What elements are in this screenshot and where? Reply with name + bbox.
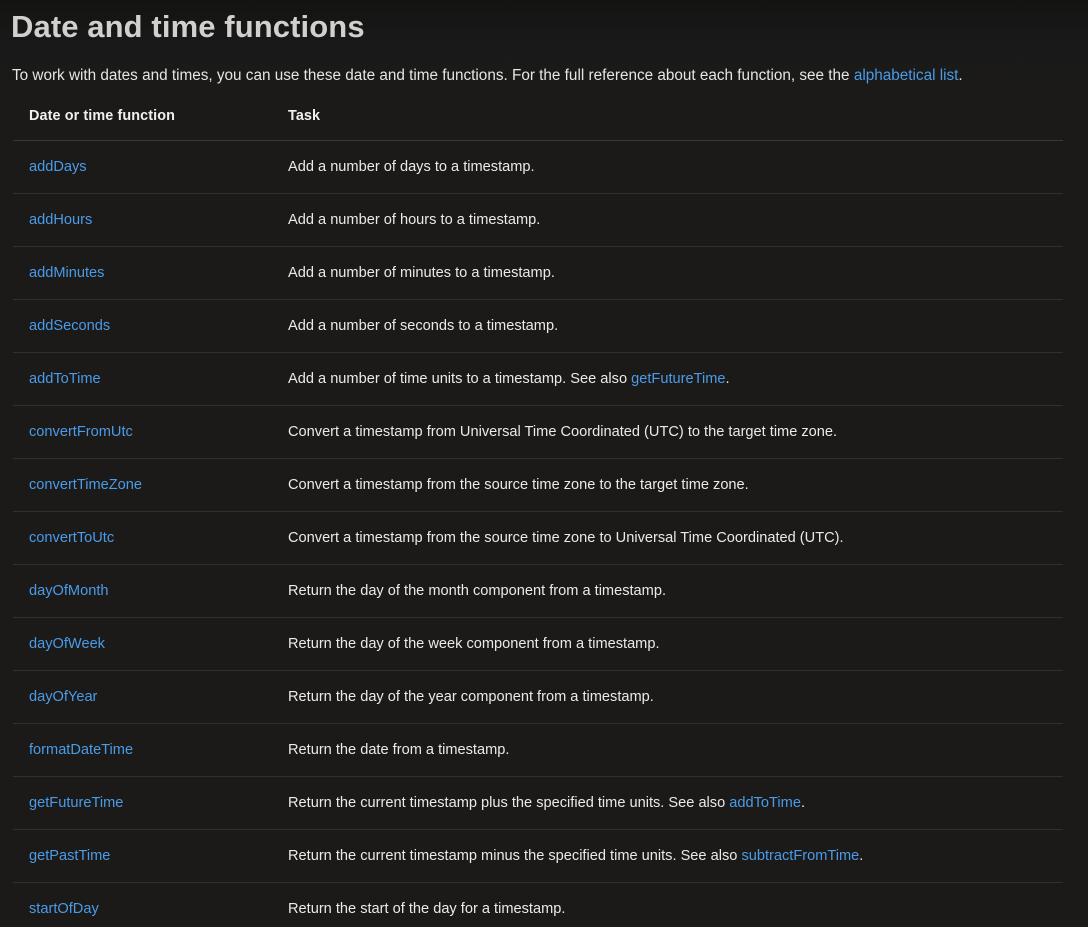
task-text: Add a number of days to a timestamp. xyxy=(288,159,535,175)
task-text: Return the day of the year component fro… xyxy=(288,689,654,705)
task-text: Convert a timestamp from Universal Time … xyxy=(288,424,838,440)
function-link[interactable]: convertFromUtc xyxy=(29,424,133,440)
function-name-cell: addToTime xyxy=(13,352,274,406)
task-description-cell: Add a number of hours to a timestamp. xyxy=(274,193,1063,247)
function-name-cell: formatDateTime xyxy=(13,723,274,777)
alphabetical-list-link[interactable]: alphabetical list xyxy=(854,67,959,84)
function-name-cell: addSeconds xyxy=(13,299,274,353)
task-text-suffix: . xyxy=(725,371,730,387)
table-row: addToTime Add a number of time units to a… xyxy=(13,352,1063,406)
function-name-cell: getFutureTime xyxy=(13,776,274,830)
table-row: dayOfMonth Return the day of the month co… xyxy=(13,564,1063,618)
task-text: Return the day of the week component fro… xyxy=(288,636,660,652)
task-text: Return the day of the month component fr… xyxy=(288,583,667,599)
task-description-cell: Convert a timestamp from Universal Time … xyxy=(274,405,1063,459)
function-link[interactable]: getFutureTime xyxy=(29,795,123,811)
table-row: convertFromUtc Convert a timestamp from U… xyxy=(13,405,1063,459)
function-name-cell: convertTimeZone xyxy=(13,458,274,512)
function-name-cell: convertFromUtc xyxy=(13,405,274,459)
task-description-cell: Return the current timestamp plus the sp… xyxy=(274,776,1063,830)
table-row: addDays Add a number of days to a timesta… xyxy=(13,140,1063,194)
task-see-also-link[interactable]: addToTime xyxy=(729,795,801,811)
function-link[interactable]: dayOfYear xyxy=(29,689,97,705)
date-time-functions-table: Date or time function Task addDays Add a … xyxy=(13,108,1063,927)
function-name-cell: dayOfMonth xyxy=(13,564,274,618)
task-description-cell: Return the current timestamp minus the s… xyxy=(274,829,1063,883)
task-description-cell: Return the start of the day for a timest… xyxy=(274,883,1063,927)
task-description-cell: Return the day of the week component fro… xyxy=(274,617,1063,671)
documentation-page: Date and time functions To work with dat… xyxy=(0,0,1088,927)
table-row: dayOfWeek Return the day of the week comp… xyxy=(13,617,1063,671)
task-text: Add a number of time units to a timestam… xyxy=(288,371,632,387)
function-name-cell: addDays xyxy=(13,140,274,194)
functions-table-container: Date or time function Task addDays Add a … xyxy=(0,90,1088,927)
function-name-cell: getPastTime xyxy=(13,829,274,883)
table-row: convertToUtc Convert a timestamp from the… xyxy=(13,511,1063,565)
table-row: formatDateTime Return the date from a tim… xyxy=(13,723,1063,777)
function-link[interactable]: convertTimeZone xyxy=(29,477,142,493)
task-text: Return the start of the day for a timest… xyxy=(288,901,566,917)
task-text-suffix: . xyxy=(859,848,864,864)
task-description-cell: Convert a timestamp from the source time… xyxy=(274,511,1063,565)
task-description-cell: Add a number of time units to a timestam… xyxy=(274,352,1063,406)
task-see-also-link[interactable]: subtractFromTime xyxy=(741,848,859,864)
task-text: Add a number of hours to a timestamp. xyxy=(288,212,541,228)
function-link[interactable]: getPastTime xyxy=(29,848,110,864)
task-text-suffix: . xyxy=(800,795,805,811)
task-description-cell: Return the day of the month component fr… xyxy=(274,564,1063,618)
task-text: Convert a timestamp from the source time… xyxy=(288,477,749,493)
function-link[interactable]: convertToUtc xyxy=(29,530,114,546)
task-text: Add a number of seconds to a timestamp. xyxy=(288,318,559,334)
function-link[interactable]: startOfDay xyxy=(29,901,99,917)
table-row: addSeconds Add a number of seconds to a t… xyxy=(13,299,1063,353)
task-description-cell: Return the day of the year component fro… xyxy=(274,670,1063,724)
function-name-cell: dayOfYear xyxy=(13,670,274,724)
intro-text-before-link: To work with dates and times, you can us… xyxy=(12,67,854,84)
task-description-cell: Add a number of minutes to a timestamp. xyxy=(274,246,1063,300)
intro-paragraph: To work with dates and times, you can us… xyxy=(0,48,1000,90)
function-link[interactable]: dayOfWeek xyxy=(29,636,105,652)
table-row: addHours Add a number of hours to a times… xyxy=(13,193,1063,247)
table-row: startOfDay Return the start of the day fo… xyxy=(13,883,1063,927)
task-description-cell: Return the date from a timestamp. xyxy=(274,723,1063,777)
table-header: Date or time function Task xyxy=(13,108,1063,141)
task-text: Return the date from a timestamp. xyxy=(288,742,510,758)
task-text: Convert a timestamp from the source time… xyxy=(288,530,844,546)
function-link[interactable]: addHours xyxy=(29,212,92,228)
function-link[interactable]: addSeconds xyxy=(29,318,110,334)
function-name-cell: dayOfWeek xyxy=(13,617,274,671)
function-link[interactable]: addMinutes xyxy=(29,265,104,281)
column-header-function: Date or time function xyxy=(13,108,274,141)
table-row: addMinutes Add a number of minutes to a t… xyxy=(13,246,1063,300)
table-row: getFutureTime Return the current timestam… xyxy=(13,776,1063,830)
table-row: dayOfYear Return the day of the year comp… xyxy=(13,670,1063,724)
task-text: Return the current timestamp minus the s… xyxy=(288,848,742,864)
function-name-cell: convertToUtc xyxy=(13,511,274,565)
intro-text-after-link: . xyxy=(958,67,963,84)
task-description-cell: Add a number of days to a timestamp. xyxy=(274,140,1063,194)
function-link[interactable]: addDays xyxy=(29,159,87,175)
function-name-cell: addMinutes xyxy=(13,246,274,300)
function-link[interactable]: formatDateTime xyxy=(29,742,133,758)
function-link[interactable]: dayOfMonth xyxy=(29,583,109,599)
page-title: Date and time functions xyxy=(11,9,365,44)
task-text: Return the current timestamp plus the sp… xyxy=(288,795,730,811)
task-description-cell: Convert a timestamp from the source time… xyxy=(274,458,1063,512)
function-name-cell: addHours xyxy=(13,193,274,247)
table-row: convertTimeZone Convert a timestamp from … xyxy=(13,458,1063,512)
function-name-cell: startOfDay xyxy=(13,883,274,927)
table-row: getPastTime Return the current timestamp … xyxy=(13,829,1063,883)
task-description-cell: Add a number of seconds to a timestamp. xyxy=(274,299,1063,353)
task-text: Add a number of minutes to a timestamp. xyxy=(288,265,555,281)
column-header-task: Task xyxy=(274,108,1063,141)
function-link[interactable]: addToTime xyxy=(29,371,101,387)
task-see-also-link[interactable]: getFutureTime xyxy=(631,371,725,387)
table-header-row: Date or time function Task xyxy=(13,108,1063,141)
table-body: addDays Add a number of days to a timesta… xyxy=(13,140,1063,927)
